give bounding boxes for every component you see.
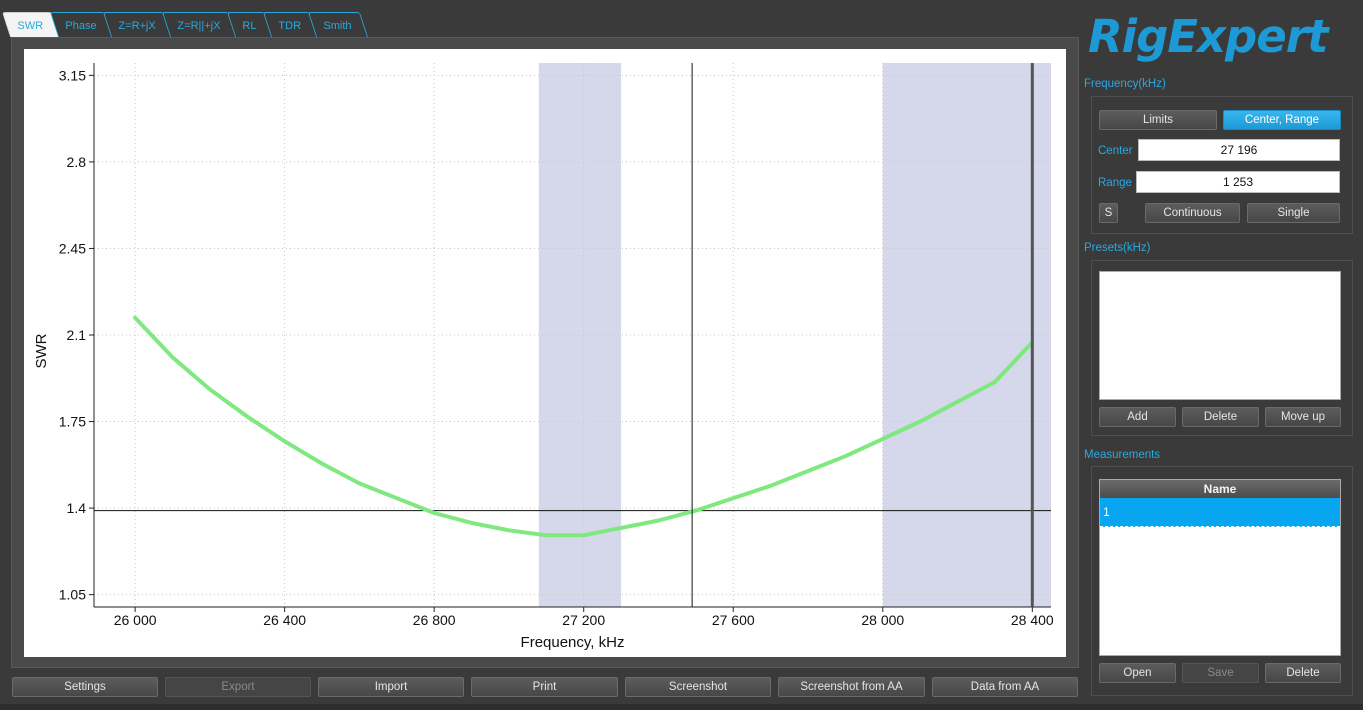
tab-label: Z=R||+jX [177,20,221,32]
chart-tabs: SWR Phase Z=R+jX Z=R||+jX RL TDR Smith [1,12,368,38]
x-axis-label: Frequency, kHz [521,634,625,651]
print-button[interactable]: Print [471,677,618,697]
screenshot-from-aa-button[interactable]: Screenshot from AA [778,677,925,697]
y-tick-label: 2.1 [67,327,87,343]
export-button[interactable]: Export [165,677,311,697]
settings-button[interactable]: Settings [12,677,158,697]
presets-section-title: Presets(kHz) [1084,242,1151,254]
center-range-button[interactable]: Center, Range [1223,110,1341,130]
tab-smith[interactable]: Smith [307,12,368,37]
tab-label: SWR [17,20,44,32]
add-preset-button[interactable]: Add [1099,407,1176,427]
continuous-button[interactable]: Continuous [1145,203,1240,223]
x-tick-label: 26 000 [114,612,157,628]
table-row[interactable]: 1 [1100,498,1340,527]
highlight-band [538,63,622,607]
y-axis-label: SWR [33,333,50,368]
x-tick-label: 27 600 [712,612,755,628]
tab-impedance-parallel[interactable]: Z=R||+jX [162,12,238,37]
measurements-column-name[interactable]: Name [1100,480,1340,498]
range-frequency-field[interactable] [1136,171,1340,193]
save-measurement-button[interactable]: Save [1182,663,1259,683]
tab-label: Smith [323,20,352,32]
swr-chart-svg[interactable]: 26 000 26 400 26 800 27 200 27 600 28 000 28 4… [24,49,1066,657]
tab-label: RL [242,20,257,32]
delete-measurement-button[interactable]: Delete [1265,663,1341,683]
frequency-section-title: Frequency(kHz) [1084,78,1166,90]
single-button[interactable]: Single [1247,203,1340,223]
screenshot-button[interactable]: Screenshot [625,677,771,697]
measurements-section-title: Measurements [1084,449,1161,461]
tab-label: TDR [278,20,302,32]
logo-text: RigExpert [1088,10,1330,63]
tab-impedance-series[interactable]: Z=R+jX [102,12,173,37]
rigexpert-logo: RigExpert [1088,10,1331,63]
y-tick-label: 3.15 [59,67,86,83]
limits-button[interactable]: Limits [1099,110,1217,130]
tab-label: Phase [65,20,97,32]
move-up-preset-button[interactable]: Move up [1265,407,1341,427]
x-tick-label: 28 000 [861,612,904,628]
y-tick-label: 2.45 [59,240,86,256]
tab-label: Z=R+jX [118,20,156,32]
presets-list[interactable] [1099,271,1341,400]
import-button[interactable]: Import [318,677,464,697]
range-label: Range [1098,177,1132,189]
delete-preset-button[interactable]: Delete [1182,407,1259,427]
swr-chart[interactable]: 26 000 26 400 26 800 27 200 27 600 28 000 28 4… [24,49,1066,657]
y-tick-label: 1.75 [59,414,86,430]
open-measurement-button[interactable]: Open [1099,663,1176,683]
center-label: Center [1098,145,1133,157]
x-tick-label: 26 400 [263,612,306,628]
y-tick-label: 2.8 [67,154,87,170]
y-tick-label: 1.4 [67,500,87,516]
x-tick-label: 27 200 [562,612,605,628]
x-tick-label: 26 800 [413,612,456,628]
data-from-aa-button[interactable]: Data from AA [932,677,1078,697]
center-frequency-field[interactable] [1138,139,1340,161]
measurements-table[interactable]: Name 1 [1099,479,1341,656]
s-button[interactable]: S [1099,203,1118,223]
status-bar [0,704,1363,710]
x-tick-label: 28 400 [1011,612,1054,628]
y-tick-label: 1.05 [59,587,86,603]
